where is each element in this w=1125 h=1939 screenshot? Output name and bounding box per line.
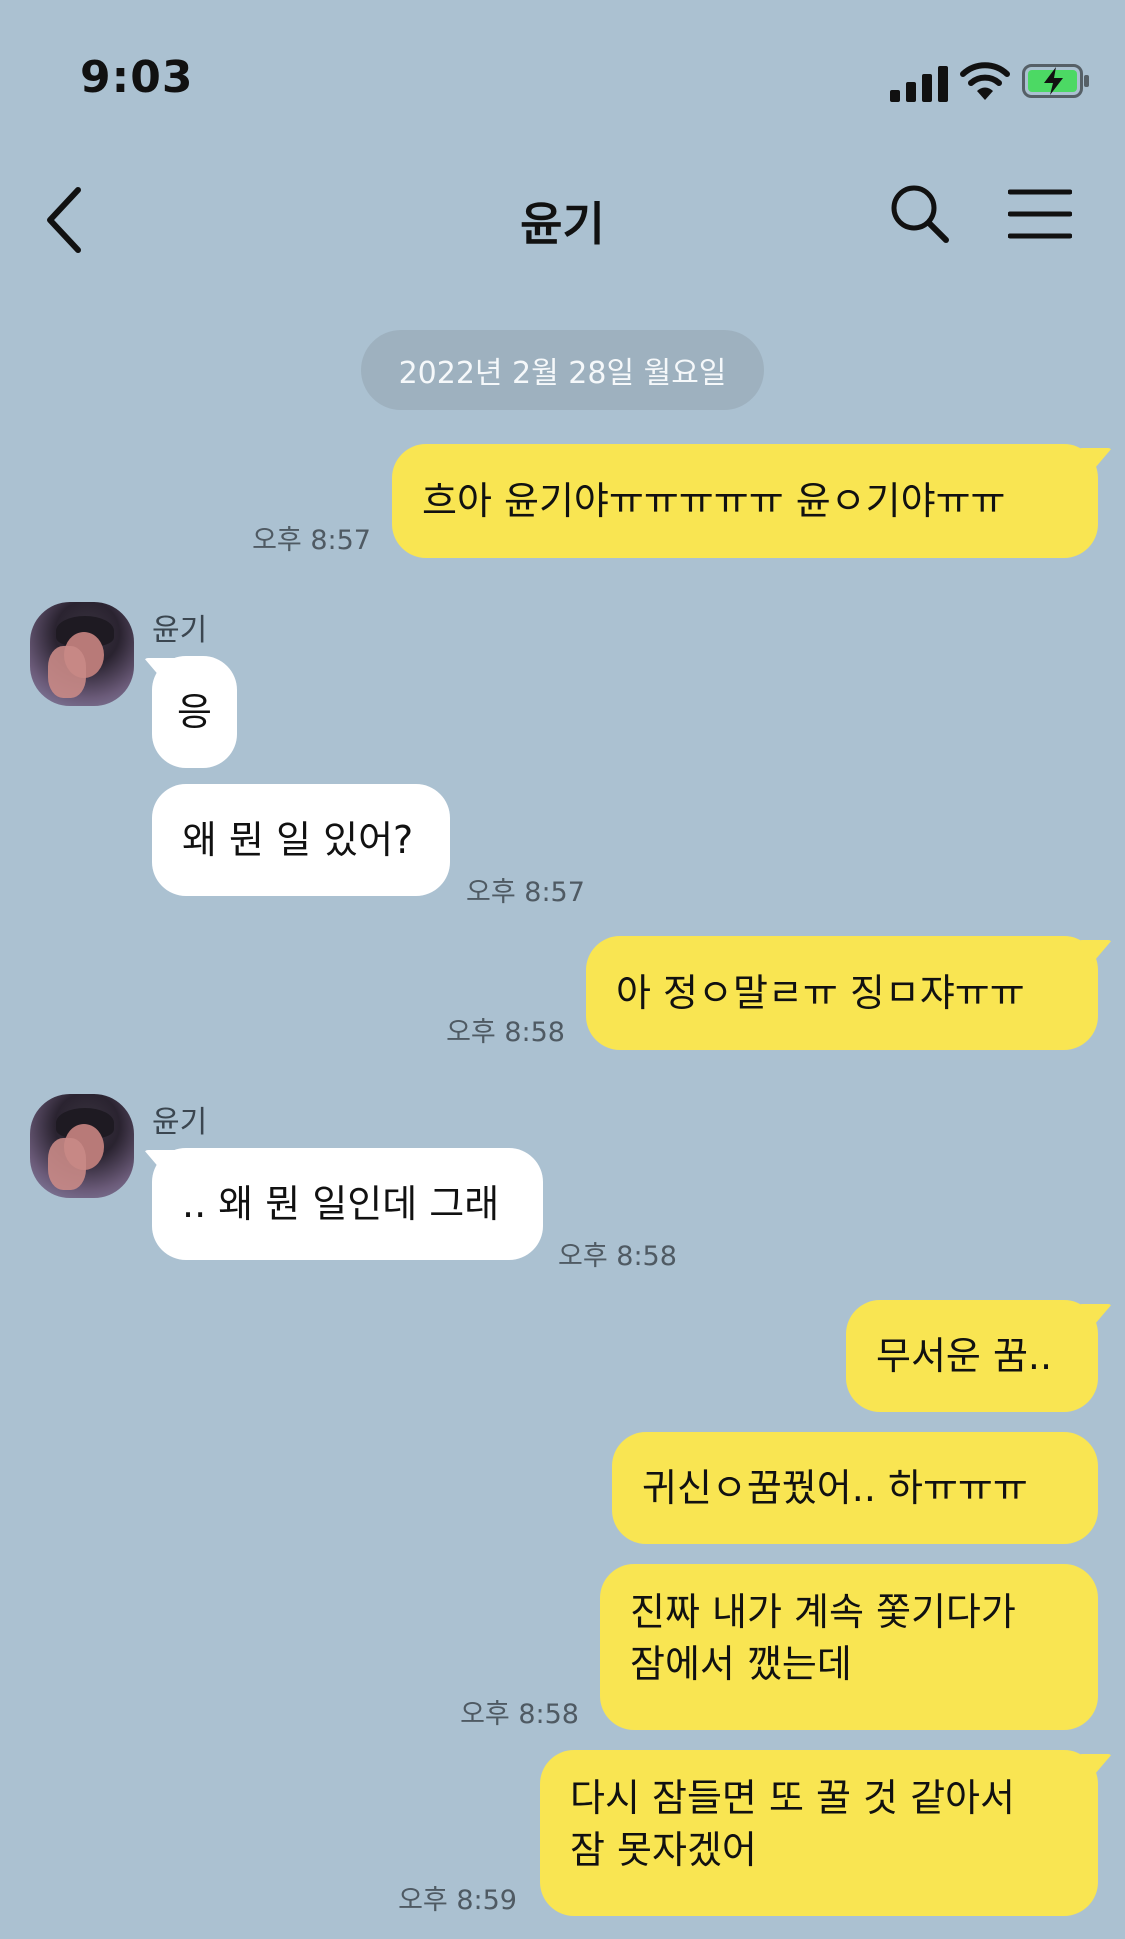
message-time: 오후 8:58	[558, 1241, 677, 1272]
avatar[interactable]	[30, 602, 134, 706]
message-line: 잠 못자겠어	[570, 1828, 757, 1872]
message-line: 진짜 내가 계속 쫓기다가	[630, 1590, 1016, 1634]
message-time: 오후 8:58	[460, 1699, 579, 1730]
search-icon[interactable]	[888, 182, 950, 244]
chat-title: 윤기	[520, 197, 605, 251]
message-bubble-sent[interactable]: 귀신ㅇ꿈꿨어.. 하ㅠㅠㅠ	[612, 1432, 1098, 1544]
signal-icon	[890, 66, 948, 102]
date-divider: 2022년 2월 28일 월요일	[361, 330, 764, 410]
menu-icon[interactable]	[1008, 186, 1072, 242]
message-time: 오후 8:57	[466, 877, 585, 908]
message-bubble-sent[interactable]: 흐아 윤기야ㅠㅠㅠㅠㅠ 윤ㅇ기야ㅠㅠ	[392, 444, 1098, 558]
sender-name: 윤기	[152, 1105, 208, 1140]
message-line: 잠에서 깼는데	[630, 1642, 852, 1686]
status-time: 9:03	[80, 52, 194, 103]
message-bubble-sent[interactable]: 무서운 꿈..	[846, 1300, 1098, 1412]
battery-charging-icon	[1022, 64, 1089, 98]
message-time: 오후 8:59	[398, 1885, 517, 1916]
message-bubble-received[interactable]: .. 왜 뭔 일인데 그래	[152, 1148, 543, 1260]
message-bubble-sent[interactable]: 진짜 내가 계속 쫓기다가 잠에서 깼는데	[600, 1564, 1098, 1730]
message-bubble-sent[interactable]: 다시 잠들면 또 꿀 것 같아서 잠 못자겠어	[540, 1750, 1098, 1916]
message-bubble-sent[interactable]: 아 정ㅇ말ㄹㅠ 징ㅁ쟈ㅠㅠ	[586, 936, 1098, 1050]
message-bubble-received[interactable]: 왜 뭔 일 있어?	[152, 784, 450, 896]
message-time: 오후 8:58	[446, 1017, 565, 1048]
avatar[interactable]	[30, 1094, 134, 1198]
sender-name: 윤기	[152, 613, 208, 648]
message-line: 다시 잠들면 또 꿀 것 같아서	[570, 1776, 1015, 1820]
wifi-icon	[960, 62, 1010, 100]
message-time: 오후 8:57	[252, 525, 371, 556]
